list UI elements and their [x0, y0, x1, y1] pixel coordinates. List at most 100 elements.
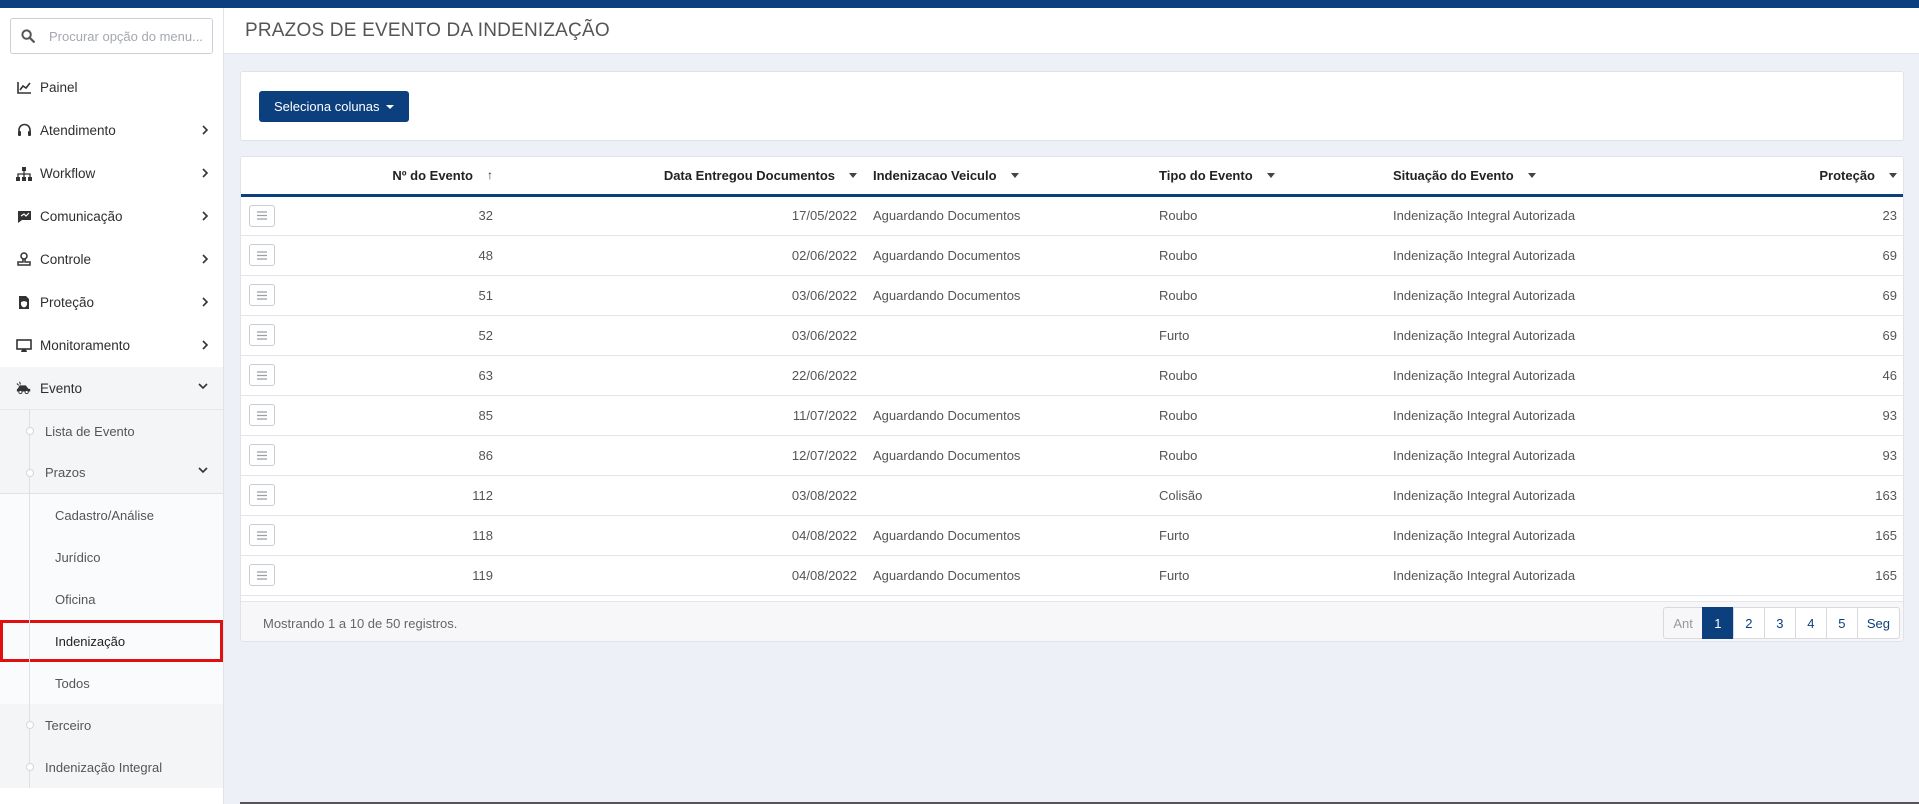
list-icon	[257, 450, 267, 460]
sidebar-item-label: Proteção	[40, 295, 95, 310]
sidebar-item-cadastro-analise[interactable]: Cadastro/Análise	[0, 494, 223, 536]
cell-data-entregou: 02/06/2022	[501, 235, 865, 276]
row-menu-button[interactable]	[249, 404, 275, 426]
table-body: 32 17/05/2022 Aguardando Documentos Roubo In…	[241, 195, 1903, 596]
pagination-page-3[interactable]: 3	[1763, 607, 1796, 639]
cell-protecao: 69	[1705, 235, 1903, 276]
pagination-page-4[interactable]: 4	[1794, 607, 1827, 639]
cell-indenizacao-veiculo	[865, 315, 1151, 356]
row-menu-button[interactable]	[249, 524, 275, 546]
row-actions-cell	[241, 515, 291, 556]
row-actions-cell	[241, 195, 291, 236]
list-icon	[257, 490, 267, 500]
sitemap-icon	[16, 166, 32, 182]
desktop-icon	[16, 338, 32, 354]
cell-situacao-evento: Indenização Integral Autorizada	[1385, 315, 1705, 356]
row-menu-button[interactable]	[249, 444, 275, 466]
results-table: Nº do Evento ↑ Data Entregou Documentos I…	[241, 157, 1903, 596]
sidebar-item-oficina[interactable]: Oficina	[0, 578, 223, 620]
sort-caret-icon	[1010, 172, 1019, 178]
sidebar-item-controle[interactable]: Controle	[0, 238, 223, 281]
header-situacao-do-evento[interactable]: Situação do Evento	[1385, 157, 1705, 197]
cell-situacao-evento: Indenização Integral Autorizada	[1385, 275, 1705, 316]
row-actions-cell	[241, 435, 291, 476]
header-data-entregou-documentos[interactable]: Data Entregou Documentos	[501, 157, 865, 197]
cell-data-entregou: 04/08/2022	[501, 555, 865, 596]
select-columns-button[interactable]: Seleciona colunas	[259, 91, 409, 122]
sidebar-item-lista-de-evento[interactable]: Lista de Evento	[0, 410, 223, 452]
list-icon	[257, 370, 267, 380]
sidebar-item-juridico[interactable]: Jurídico	[0, 536, 223, 578]
sidebar-item-label: Controle	[40, 252, 92, 267]
chevron-right-icon	[202, 211, 209, 221]
cell-tipo-evento: Roubo	[1151, 275, 1385, 316]
pagination-page-5[interactable]: 5	[1825, 607, 1858, 639]
row-menu-button[interactable]	[249, 484, 275, 506]
header-protecao[interactable]: Proteção	[1705, 157, 1903, 197]
pagination-next[interactable]: Seg	[1856, 607, 1900, 639]
sidebar-item-monitoramento[interactable]: Monitoramento	[0, 324, 223, 367]
caret-down-icon	[385, 104, 394, 109]
table-row: 112 03/08/2022 Colisão Indenização Integral…	[241, 475, 1903, 516]
sidebar-item-atendimento[interactable]: Atendimento	[0, 109, 223, 152]
sidebar-item-todos[interactable]: Todos	[0, 662, 223, 704]
pagination-prev[interactable]: Ant	[1663, 607, 1703, 639]
table-row: 119 04/08/2022 Aguardando Documentos Furto I…	[241, 555, 1903, 596]
cell-tipo-evento: Furto	[1151, 315, 1385, 356]
car-crash-icon	[16, 380, 32, 396]
sidebar-item-evento[interactable]: Evento	[0, 367, 223, 410]
header-indenizacao-veiculo[interactable]: Indenizacao Veiculo	[865, 157, 1151, 197]
sidebar-item-terceiro[interactable]: Terceiro	[0, 704, 223, 746]
table-row: 51 03/06/2022 Aguardando Documentos Roubo In…	[241, 275, 1903, 316]
row-menu-button[interactable]	[249, 364, 275, 386]
table-row: 85 11/07/2022 Aguardando Documentos Roubo In…	[241, 395, 1903, 436]
sidebar-item-comunicacao[interactable]: Comunicação	[0, 195, 223, 238]
cell-tipo-evento: Colisão	[1151, 475, 1385, 516]
sidebar-item-label: Terceiro	[45, 717, 92, 733]
pagination-page-2[interactable]: 2	[1732, 607, 1765, 639]
row-menu-button[interactable]	[249, 244, 275, 266]
sidebar-item-indenizacao[interactable]: Indenização	[0, 620, 223, 662]
row-menu-button[interactable]	[249, 324, 275, 346]
cell-protecao: 93	[1705, 395, 1903, 436]
sidebar-item-label: Atendimento	[40, 123, 116, 138]
cell-data-entregou: 17/05/2022	[501, 195, 865, 236]
table-row: 52 03/06/2022 Furto Indenização Integral Au…	[241, 315, 1903, 356]
cell-numero-evento: 119	[291, 555, 501, 596]
header-label: Indenizacao Veiculo	[873, 167, 997, 183]
pagination-page-1[interactable]: 1	[1701, 607, 1734, 639]
row-actions-cell	[241, 315, 291, 356]
table-footer: Mostrando 1 a 10 de 50 registros. Ant 1 …	[241, 601, 1903, 641]
cell-numero-evento: 32	[291, 195, 501, 236]
tree-node-dot	[26, 469, 34, 477]
sidebar-item-painel[interactable]: Painel	[0, 66, 223, 109]
row-menu-button[interactable]	[249, 204, 275, 227]
cell-indenizacao-veiculo: Aguardando Documentos	[865, 515, 1151, 556]
tree-node-dot	[26, 427, 34, 435]
row-actions-cell	[241, 475, 291, 516]
cell-tipo-evento: Furto	[1151, 555, 1385, 596]
row-actions-cell	[241, 235, 291, 276]
header-tipo-do-evento[interactable]: Tipo do Evento	[1151, 157, 1385, 197]
list-icon	[257, 410, 267, 420]
sidebar-item-protecao[interactable]: Proteção	[0, 281, 223, 324]
row-menu-button[interactable]	[249, 284, 275, 306]
sidebar-item-workflow[interactable]: Workflow	[0, 152, 223, 195]
menu-search-input[interactable]	[49, 28, 209, 44]
header-numero-evento[interactable]: Nº do Evento ↑	[291, 157, 501, 197]
stamp-icon	[16, 252, 32, 268]
cell-numero-evento: 51	[291, 275, 501, 316]
table-row: 63 22/06/2022 Roubo Indenização Integral Au…	[241, 355, 1903, 396]
main-content: PRAZOS DE EVENTO DA INDENIZAÇÃO Selecion…	[224, 8, 1919, 804]
cell-protecao: 93	[1705, 435, 1903, 476]
sort-caret-icon	[1266, 172, 1275, 178]
chevron-right-icon	[202, 297, 209, 307]
sidebar-item-prazos[interactable]: Prazos	[0, 452, 223, 494]
sidebar-item-indenizacao-integral[interactable]: Indenização Integral	[0, 746, 223, 788]
cell-indenizacao-veiculo: Aguardando Documentos	[865, 275, 1151, 316]
row-menu-button[interactable]	[249, 564, 275, 586]
row-actions-cell	[241, 275, 291, 316]
sidebar-item-label: Painel	[40, 80, 78, 95]
cell-situacao-evento: Indenização Integral Autorizada	[1385, 235, 1705, 276]
records-info: Mostrando 1 a 10 de 50 registros.	[263, 616, 458, 631]
